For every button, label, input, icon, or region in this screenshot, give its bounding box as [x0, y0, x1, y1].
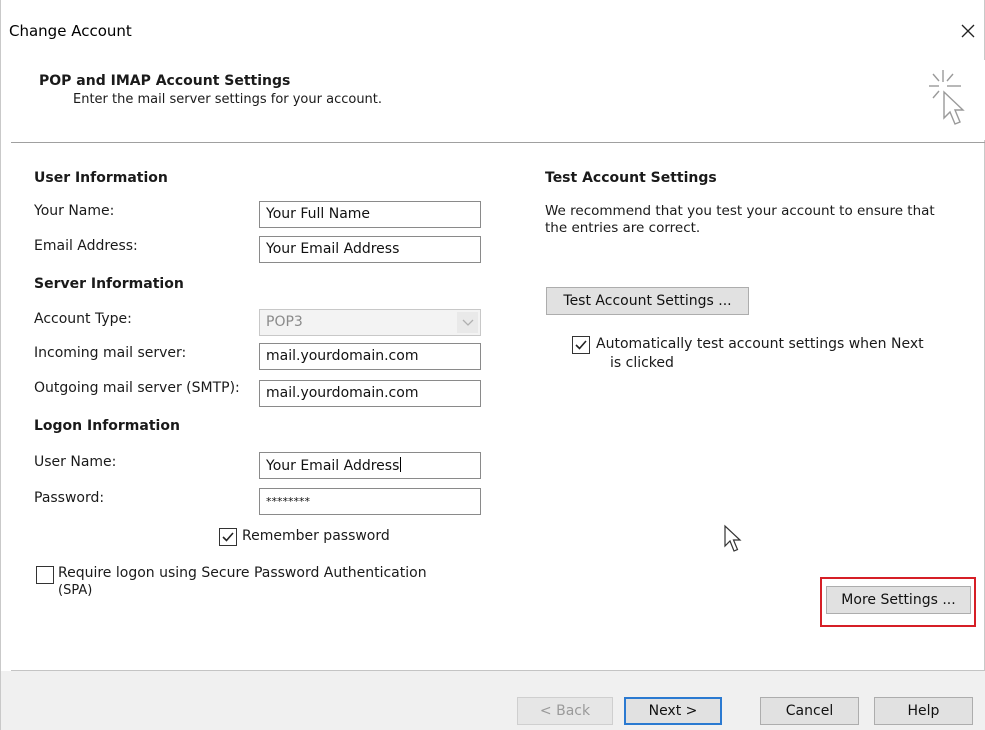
checkmark-icon	[575, 340, 587, 350]
mouse-pointer-icon	[724, 524, 742, 552]
change-account-dialog: Change Account POP and IMAP Account Sett…	[0, 0, 985, 730]
user-name-input[interactable]: Your Email Address	[259, 452, 481, 479]
outgoing-server-value: mail.yourdomain.com	[266, 385, 419, 401]
password-value: ********	[266, 495, 310, 508]
close-icon	[961, 24, 975, 38]
your-name-label: Your Name:	[34, 203, 115, 219]
spa-label-line2: (SPA)	[58, 583, 93, 598]
page-title: POP and IMAP Account Settings	[39, 73, 291, 89]
remember-password-label: Remember password	[242, 528, 390, 544]
remember-password-checkbox[interactable]	[219, 528, 237, 546]
cursor-sparkle-icon	[929, 70, 965, 125]
user-name-label: User Name:	[34, 454, 117, 470]
page-subtitle: Enter the mail server settings for your …	[73, 92, 383, 107]
help-button[interactable]: Help	[874, 697, 973, 725]
test-description-line2: the entries are correct.	[545, 220, 701, 236]
auto-test-checkbox[interactable]	[572, 336, 590, 354]
test-account-settings-button[interactable]: Test Account Settings ...	[546, 287, 749, 315]
section-logon-information: Logon Information	[34, 418, 180, 434]
email-address-value: Your Email Address	[266, 241, 400, 257]
your-name-input[interactable]: Your Full Name	[259, 201, 481, 228]
password-label: Password:	[34, 490, 105, 506]
section-user-information: User Information	[34, 170, 168, 186]
incoming-server-input[interactable]: mail.yourdomain.com	[259, 343, 481, 370]
close-button[interactable]	[954, 18, 982, 44]
account-type-select: POP3	[259, 309, 481, 336]
more-settings-button[interactable]: More Settings ...	[826, 586, 971, 614]
cancel-button[interactable]: Cancel	[760, 697, 859, 725]
account-type-value: POP3	[266, 314, 303, 330]
incoming-server-value: mail.yourdomain.com	[266, 348, 419, 364]
spa-label-line1: Require logon using Secure Password Auth…	[58, 565, 427, 581]
test-description-line1: We recommend that you test your account …	[545, 203, 935, 219]
auto-test-label-line2: is clicked	[610, 355, 674, 371]
section-test-account-settings: Test Account Settings	[545, 170, 717, 186]
email-address-label: Email Address:	[34, 238, 138, 254]
text-caret	[400, 457, 402, 472]
outgoing-server-input[interactable]: mail.yourdomain.com	[259, 380, 481, 407]
user-name-value: Your Email Address	[266, 458, 400, 474]
email-address-input[interactable]: Your Email Address	[259, 236, 481, 263]
chevron-down-icon	[457, 312, 478, 333]
window-title: Change Account	[9, 22, 132, 40]
password-input[interactable]: ********	[259, 488, 481, 515]
your-name-value: Your Full Name	[266, 206, 371, 222]
header-separator	[11, 142, 985, 143]
outgoing-server-label: Outgoing mail server (SMTP):	[34, 380, 240, 396]
auto-test-label-line1: Automatically test account settings when…	[596, 336, 924, 352]
title-bar: Change Account	[1, 0, 985, 60]
checkmark-icon	[222, 532, 234, 542]
incoming-server-label: Incoming mail server:	[34, 345, 187, 361]
back-button[interactable]: < Back	[517, 697, 613, 725]
next-button[interactable]: Next >	[624, 697, 722, 725]
section-server-information: Server Information	[34, 276, 184, 292]
spa-checkbox[interactable]	[36, 566, 54, 584]
account-type-label: Account Type:	[34, 311, 132, 327]
